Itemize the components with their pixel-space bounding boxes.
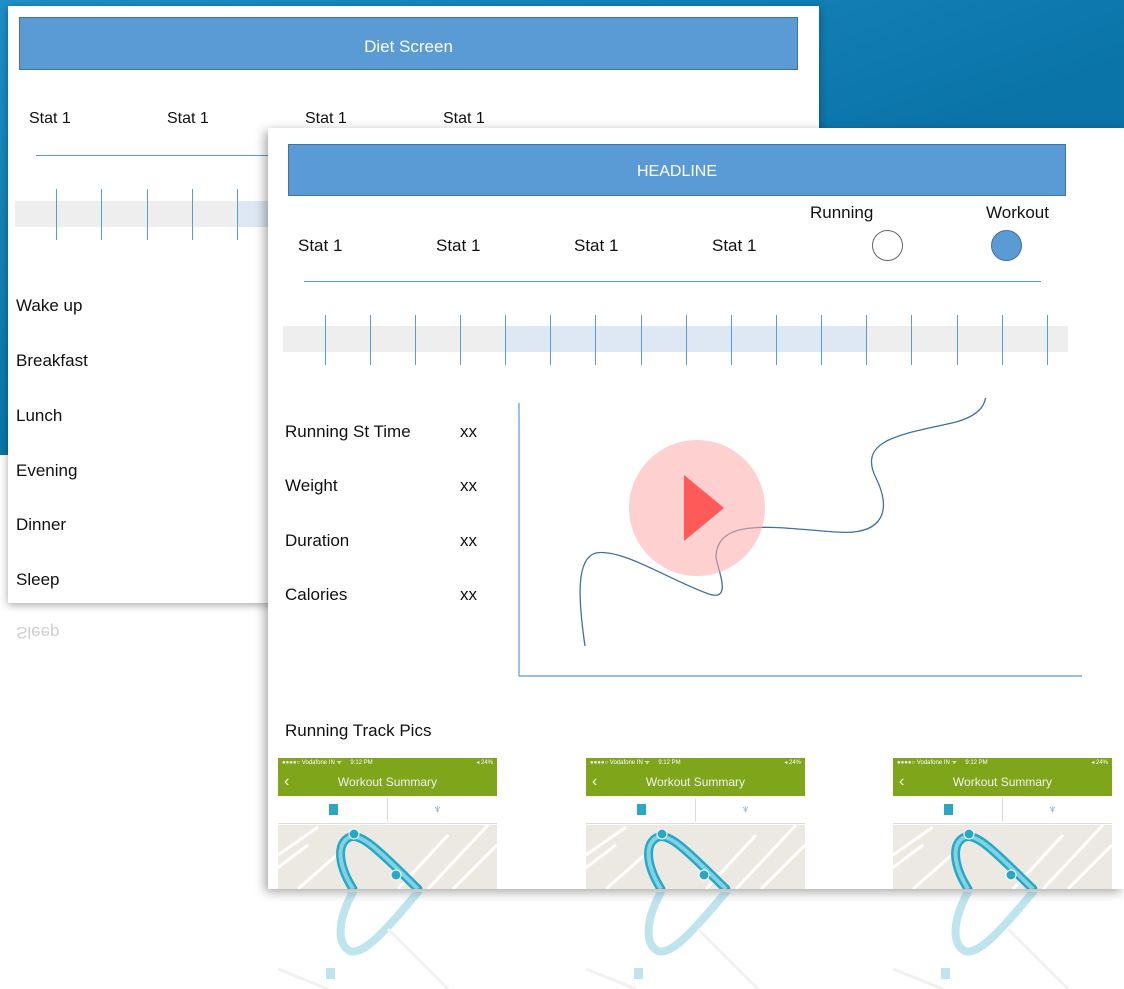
front-stat: Stat 1 [298,236,343,255]
front-timeline-tick [821,315,822,365]
thumb-title-bar: Workout Summary [893,768,1112,796]
chevron-left-icon[interactable]: ‹ [592,768,597,796]
route-map [893,825,1112,889]
tab-divider [695,798,696,822]
chevron-left-icon[interactable]: ‹ [899,768,904,796]
running-radio[interactable] [872,230,903,261]
list-icon[interactable] [944,804,953,815]
metric-label: Duration [285,531,350,550]
diet-screen-header: Diet Screen [19,17,798,70]
back-stat: Stat 1 [29,110,71,127]
list-icon[interactable] [637,804,646,815]
thumb-status-bar: ●●●●○ Vodafone IN ᯤ 9:12 PM ◂ 24% [893,758,1112,768]
carrier-text: ●●●●○ Vodafone IN ᯤ [897,760,957,766]
front-timeline-tick [731,315,732,365]
front-timeline-tick [686,315,687,365]
chevron-left-icon[interactable]: ‹ [284,768,289,796]
route-map [586,825,805,889]
play-icon [684,475,724,541]
front-timeline-tick [325,315,326,365]
front-stat: Stat 1 [574,236,619,255]
tab-divider [1002,798,1003,822]
front-stat: Stat 1 [436,236,481,255]
back-stat: Stat 1 [305,110,347,127]
route-map [278,825,497,889]
front-timeline-tick [957,315,958,365]
meal-item[interactable]: Dinner [16,515,66,535]
metric-value: xx [460,585,477,604]
time-text: 9:12 PM [965,760,988,766]
front-divider [304,281,1041,282]
carrier-text: ●●●●○ Vodafone IN ᯤ [282,760,342,766]
running-label: Running [810,203,874,222]
back-timeline-tick [237,189,238,240]
workout-chart [518,398,1082,677]
meal-item[interactable]: Lunch [16,406,62,426]
front-card-reflection [277,892,1070,989]
front-timeline-tick [550,315,551,365]
list-icon[interactable] [329,804,338,815]
front-timeline-tick [1047,315,1048,365]
meal-item[interactable]: Evening [16,461,77,481]
meal-item[interactable]: Sleep [16,570,59,590]
meal-item[interactable]: Breakfast [16,351,88,371]
metric-label: Running St Time [285,422,411,441]
battery-text: ◂ 24% [476,760,493,766]
front-stat: Stat 1 [712,236,757,255]
metric-label: Calories [285,585,348,604]
trophy-icon[interactable]: ♆ [433,802,445,816]
sleep-reflection: Sleep [16,623,60,642]
back-stat: Stat 1 [167,110,209,127]
workout-radio[interactable] [991,230,1022,261]
thumb-title-bar: Workout Summary [586,768,805,796]
front-timeline-tick [460,315,461,365]
headline-banner: HEADLINE [288,144,1066,196]
track-thumbnail[interactable]: ●●●●○ Vodafone IN ᯤ 9:12 PM ◂ 24% Workou… [278,758,497,889]
meal-item[interactable]: Wake up [16,296,82,316]
battery-text: ◂ 24% [784,760,801,766]
front-timeline-tick [641,315,642,365]
back-timeline-tick [56,189,57,240]
front-timeline-tick [776,315,777,365]
metric-value: xx [460,531,477,550]
thumb-tabs: ♆ [278,796,497,824]
track-thumbnail[interactable]: ●●●●○ Vodafone IN ᯤ 9:12 PM ◂ 24% Workou… [893,758,1112,889]
workout-label: Workout [986,203,1049,222]
play-button[interactable] [629,440,765,576]
trophy-icon[interactable]: ♆ [1048,802,1060,816]
carrier-text: ●●●●○ Vodafone IN ᯤ [590,760,650,766]
time-text: 9:12 PM [350,760,373,766]
front-timeline-tick [1002,315,1003,365]
battery-text: ◂ 24% [1091,760,1108,766]
front-timeline-tick [866,315,867,365]
thumb-status-bar: ●●●●○ Vodafone IN ᯤ 9:12 PM ◂ 24% [586,758,805,768]
thumb-tabs: ♆ [893,796,1112,824]
metric-label: Weight [285,476,338,495]
front-timeline-tick [415,315,416,365]
metric-value: xx [460,476,477,495]
front-timeline-tick [911,315,912,365]
time-text: 9:12 PM [658,760,681,766]
thumb-tabs: ♆ [586,796,805,824]
back-timeline-tick [147,189,148,240]
back-timeline-tick [101,189,102,240]
thumb-status-bar: ●●●●○ Vodafone IN ᯤ 9:12 PM ◂ 24% [278,758,497,768]
back-stat: Stat 1 [443,110,485,127]
workout-screen-card[interactable]: HEADLINE Stat 1 Stat 1 Stat 1 Stat 1 Run… [268,128,1124,889]
running-track-pics-title: Running Track Pics [285,721,432,740]
tab-divider [387,798,388,822]
trophy-icon[interactable]: ♆ [741,802,753,816]
back-timeline-tick [192,189,193,240]
front-timeline-tick [370,315,371,365]
track-thumbnail[interactable]: ●●●●○ Vodafone IN ᯤ 9:12 PM ◂ 24% Workou… [586,758,805,889]
front-timeline-tick [505,315,506,365]
metric-value: xx [460,422,477,441]
front-timeline-tick [595,315,596,365]
thumb-title-bar: Workout Summary [278,768,497,796]
